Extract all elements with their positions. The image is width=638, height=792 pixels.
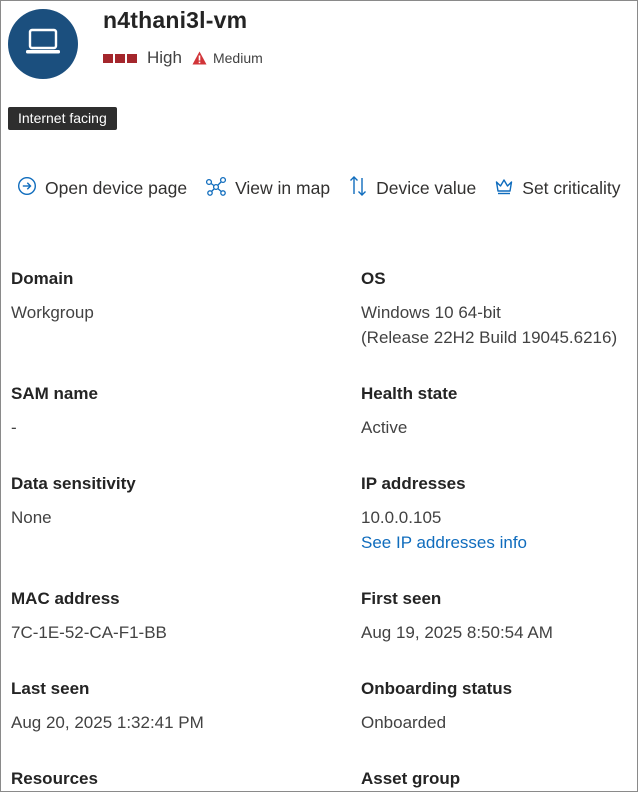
sam-name-label: SAM name (11, 384, 98, 403)
set-criticality-button[interactable]: Set criticality (494, 176, 621, 201)
domain-field: Domain Workgroup (11, 269, 311, 325)
os-value: Windows 10 64-bit (361, 303, 501, 322)
see-ip-addresses-link[interactable]: See IP addresses info (361, 530, 637, 555)
device-name: n4thani3l-vm (103, 7, 248, 33)
crown-icon (494, 176, 522, 201)
os-build-value: (Release 22H2 Build 19045.6216) (361, 328, 618, 347)
view-in-map-button[interactable]: View in map (205, 176, 330, 201)
os-label: OS (361, 269, 386, 288)
exposure-level-label: Medium (212, 50, 263, 66)
resources-label: Resources (11, 769, 98, 788)
domain-label: Domain (11, 269, 74, 288)
mac-address-field: MAC address 7C-1E-52-CA-F1-BB (11, 589, 311, 645)
ip-address-value: 10.0.0.105 (361, 508, 442, 527)
first-seen-field: First seen Aug 19, 2025 8:50:54 AM (361, 589, 637, 645)
first-seen-label: First seen (361, 589, 442, 608)
data-sensitivity-value: None (11, 508, 52, 527)
onboarding-status-field: Onboarding status Onboarded (361, 679, 637, 735)
ip-addresses-label: IP addresses (361, 474, 466, 493)
graph-map-icon (205, 176, 235, 201)
device-value-button[interactable]: Device value (348, 175, 476, 202)
onboarding-status-label: Onboarding status (361, 679, 513, 698)
last-seen-value: Aug 20, 2025 1:32:41 PM (11, 713, 204, 732)
arrow-sort-icon (348, 175, 376, 202)
laptop-icon (24, 27, 62, 62)
data-sensitivity-label: Data sensitivity (11, 474, 136, 493)
onboarding-status-value: Onboarded (361, 713, 447, 732)
asset-group-field: Asset group (361, 769, 637, 789)
first-seen-value: Aug 19, 2025 8:50:54 AM (361, 623, 553, 642)
risk-level-label: High (147, 48, 182, 67)
data-sensitivity-field: Data sensitivity None (11, 474, 311, 530)
action-bar: Open device page View in map Device valu… (17, 175, 621, 202)
asset-group-label: Asset group (361, 769, 461, 788)
open-device-page-label: Open device page (45, 178, 188, 198)
last-seen-label: Last seen (11, 679, 90, 698)
device-value-label: Device value (376, 178, 477, 198)
health-state-value: Active (361, 418, 408, 437)
last-seen-field: Last seen Aug 20, 2025 1:32:41 PM (11, 679, 311, 735)
device-avatar (8, 9, 78, 79)
open-device-page-button[interactable]: Open device page (17, 176, 187, 201)
mac-address-label: MAC address (11, 589, 120, 608)
arrow-circle-right-icon (17, 176, 45, 201)
risk-level-bars-icon (103, 53, 137, 63)
sam-name-value: - (11, 418, 17, 437)
internet-facing-tag: Internet facing (8, 107, 117, 130)
os-field: OS Windows 10 64-bit (Release 22H2 Build… (361, 269, 637, 350)
ip-addresses-field: IP addresses 10.0.0.105 See IP addresses… (361, 474, 637, 555)
device-panel: n4thani3l-vm High Medium Internet facing (0, 0, 638, 792)
set-criticality-label: Set criticality (522, 178, 621, 198)
health-state-label: Health state (361, 384, 458, 403)
mac-address-value: 7C-1E-52-CA-F1-BB (11, 623, 167, 642)
warning-icon (192, 51, 207, 65)
device-severity-row: High Medium (103, 48, 263, 68)
resources-field: Resources (11, 769, 311, 789)
view-in-map-label: View in map (235, 178, 331, 198)
sam-name-field: SAM name - (11, 384, 311, 440)
health-state-field: Health state Active (361, 384, 637, 440)
domain-value: Workgroup (11, 303, 94, 322)
